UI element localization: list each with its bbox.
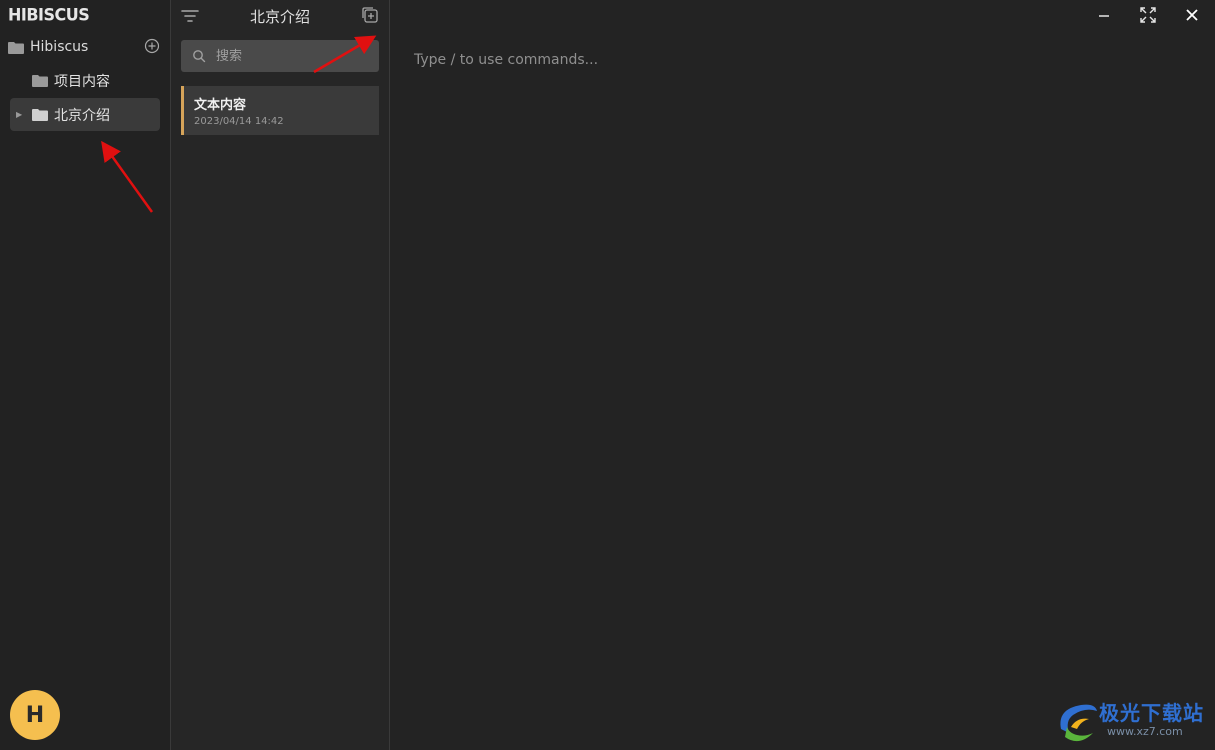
workspace-label: Hibiscus xyxy=(30,39,89,55)
workspace-row[interactable]: Hibiscus xyxy=(8,37,162,57)
note-card[interactable]: 文本内容 2023/04/14 14:42 xyxy=(181,86,379,135)
maximize-button[interactable] xyxy=(1136,4,1160,26)
avatar[interactable]: H xyxy=(10,690,60,740)
close-icon xyxy=(1186,9,1198,21)
watermark-logo-icon xyxy=(1060,704,1097,742)
search-box[interactable] xyxy=(181,40,379,72)
caret-right-icon[interactable]: ▶ xyxy=(16,110,28,119)
folder-icon xyxy=(8,41,24,54)
sidebar-item-label: 北京介绍 xyxy=(54,107,110,124)
search-icon xyxy=(193,50,206,63)
watermark-url: www.xz7.com xyxy=(1107,725,1183,738)
expand-icon xyxy=(1140,7,1156,23)
sidebar: HIBISCUS Hibiscus 项目内容 ▶ 北京介绍 H xyxy=(0,0,171,750)
app-logo: HIBISCUS xyxy=(8,4,90,25)
note-list-title: 北京介绍 xyxy=(249,8,310,26)
watermark: 极光下载站 www.xz7.com xyxy=(1055,695,1215,750)
note-list-panel: 北京介绍 文本内容 2023/04/14 14:42 xyxy=(171,0,390,750)
sidebar-item-project-content[interactable]: 项目内容 xyxy=(10,64,160,97)
note-title: 文本内容 xyxy=(194,98,247,113)
sidebar-item-beijing-intro[interactable]: ▶ 北京介绍 xyxy=(10,98,160,131)
minimize-icon xyxy=(1099,15,1109,17)
editor-placeholder[interactable]: Type / to use commands... xyxy=(414,52,598,68)
watermark-text: 极光下载站 xyxy=(1099,701,1204,725)
add-folder-icon[interactable] xyxy=(144,38,160,54)
search-input[interactable] xyxy=(214,47,378,65)
close-button[interactable] xyxy=(1180,4,1204,26)
folder-icon xyxy=(32,75,48,87)
folder-icon xyxy=(32,109,48,121)
editor-pane[interactable]: Type / to use commands... xyxy=(390,0,1215,750)
note-list-header: 北京介绍 xyxy=(171,0,389,32)
new-note-icon[interactable] xyxy=(361,6,379,24)
sidebar-item-label: 项目内容 xyxy=(54,73,110,90)
note-date: 2023/04/14 14:42 xyxy=(194,116,284,127)
minimize-button[interactable] xyxy=(1092,4,1116,26)
